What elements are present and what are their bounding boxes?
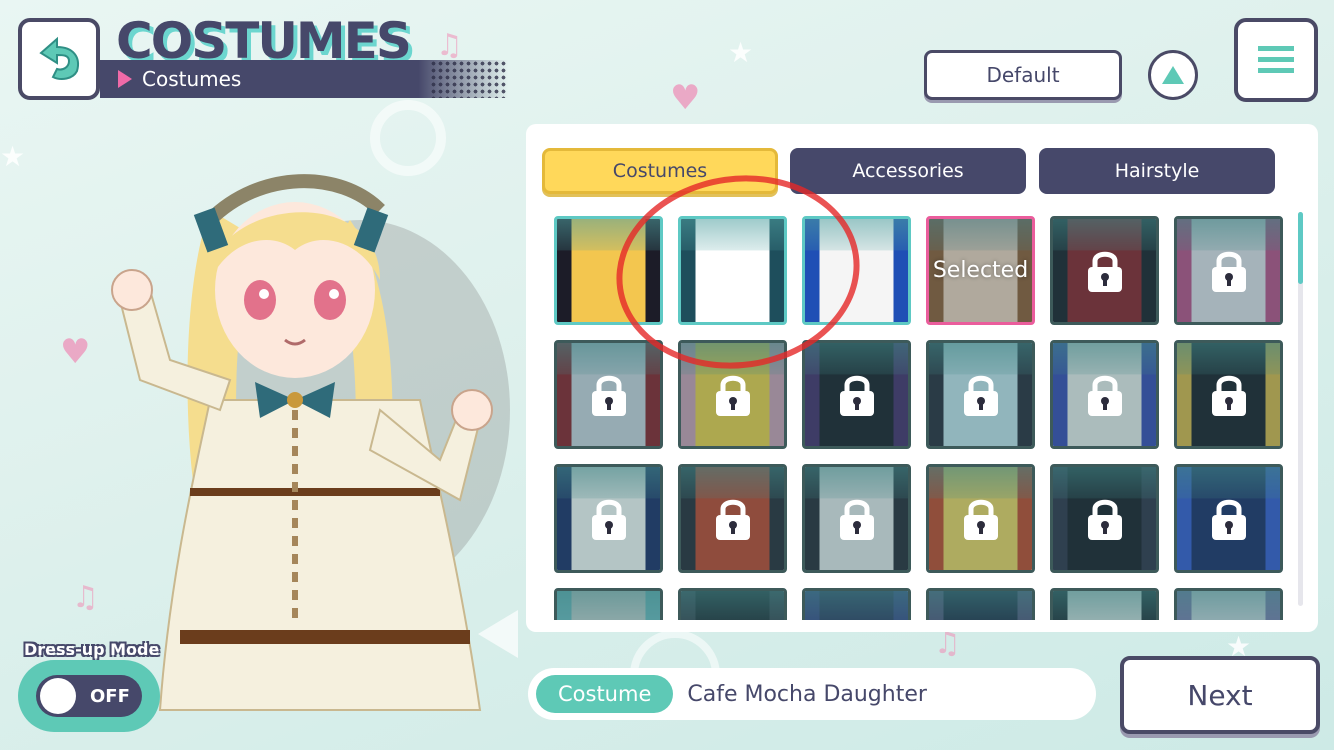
costume-tile[interactable]	[802, 464, 911, 573]
costume-tile[interactable]	[1174, 340, 1283, 449]
scrollbar-thumb[interactable]	[1298, 212, 1303, 284]
lock-icon	[963, 375, 998, 416]
next-button[interactable]: Next	[1120, 656, 1320, 734]
lock-icon	[839, 499, 874, 540]
lock-icon	[963, 499, 998, 540]
costume-tile[interactable]	[1174, 216, 1283, 325]
costume-tile[interactable]	[554, 464, 663, 573]
grid-scrollbar[interactable]	[1298, 212, 1303, 606]
lock-icon	[1211, 251, 1246, 292]
back-arrow-icon	[39, 36, 79, 80]
star-decoration: ★	[0, 140, 26, 173]
costume-panel: Costumes Accessories Hairstyle Selected	[526, 124, 1318, 632]
toggle-state: OFF	[90, 685, 130, 707]
costume-tile[interactable]	[554, 588, 663, 620]
sort-order-button[interactable]	[1148, 50, 1198, 100]
costume-tile[interactable]	[1050, 464, 1159, 573]
tab-accessories[interactable]: Accessories	[790, 148, 1026, 194]
toggle-switch[interactable]: OFF	[36, 675, 142, 717]
tab-hairstyle[interactable]: Hairstyle	[1039, 148, 1275, 194]
lock-icon	[715, 499, 750, 540]
music-note-decoration: ♫	[436, 28, 463, 63]
default-sort-button[interactable]: Default	[924, 50, 1122, 100]
lock-icon	[839, 375, 874, 416]
play-triangle-icon	[118, 70, 132, 88]
costume-tile[interactable]	[678, 588, 787, 620]
selected-label: Selected	[932, 258, 1029, 283]
heart-decoration: ♥	[670, 78, 701, 118]
lock-icon	[1087, 499, 1122, 540]
lock-icon	[591, 375, 626, 416]
costume-name: Cafe Mocha Daughter	[687, 681, 927, 707]
costume-tile[interactable]	[926, 588, 1035, 620]
costume-tile[interactable]: Selected	[926, 216, 1035, 325]
dress-up-mode-label: Dress-up Mode	[24, 640, 160, 659]
costume-info-bar: Costume Cafe Mocha Daughter	[528, 668, 1096, 720]
locked-overlay	[1053, 591, 1156, 620]
menu-button[interactable]	[1234, 18, 1318, 102]
costume-tile[interactable]	[554, 340, 663, 449]
costume-tile[interactable]	[802, 588, 911, 620]
locked-overlay	[805, 591, 908, 620]
costume-tile[interactable]	[1050, 588, 1159, 620]
costume-tile[interactable]	[926, 340, 1035, 449]
costume-tile[interactable]	[1174, 464, 1283, 573]
breadcrumb-label: Costumes	[142, 67, 242, 91]
dress-up-mode-toggle[interactable]: OFF	[18, 660, 160, 732]
locked-overlay	[1177, 591, 1280, 620]
lock-icon	[1087, 251, 1122, 292]
hamburger-menu-icon	[1258, 46, 1294, 73]
costume-tile[interactable]	[678, 464, 787, 573]
costume-badge: Costume	[536, 675, 674, 713]
costume-tile[interactable]	[926, 464, 1035, 573]
back-button[interactable]	[18, 18, 100, 100]
locked-overlay	[929, 591, 1032, 620]
lock-icon	[1211, 375, 1246, 416]
toggle-knob	[40, 678, 76, 714]
lock-icon	[1211, 499, 1246, 540]
halftone-decoration	[430, 60, 508, 98]
lock-icon	[715, 375, 750, 416]
costume-tile[interactable]	[1050, 216, 1159, 325]
triangle-up-icon	[1162, 66, 1184, 84]
lock-icon	[591, 499, 626, 540]
lock-icon	[1087, 375, 1122, 416]
locked-overlay	[681, 591, 784, 620]
costume-tile[interactable]	[802, 340, 911, 449]
costume-tile[interactable]	[1050, 340, 1159, 449]
locked-overlay	[557, 591, 660, 620]
costume-tile[interactable]	[1174, 588, 1283, 620]
star-decoration: ★	[728, 36, 754, 69]
